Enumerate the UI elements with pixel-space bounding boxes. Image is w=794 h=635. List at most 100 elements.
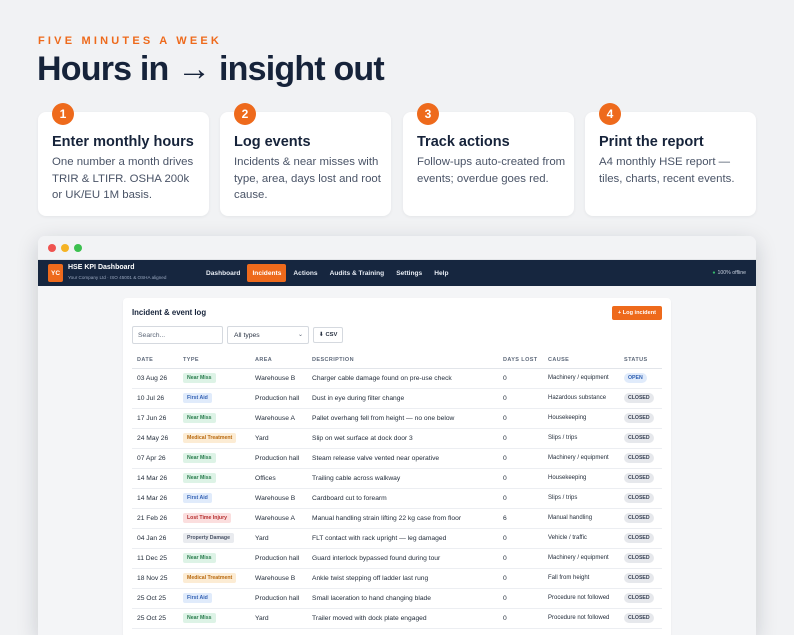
nav-settings[interactable]: Settings (391, 264, 427, 282)
csv-export-button[interactable]: ⬇ CSV (313, 327, 344, 343)
status-badge: CLOSED (624, 453, 654, 463)
cell-date: 03 Aug 26 (132, 368, 178, 389)
step-body: A4 monthly HSE report — tiles, charts, r… (599, 156, 735, 185)
type-badge: Near Miss (183, 613, 216, 623)
table-row[interactable]: 25 Oct 25 Near Miss Yard Trailer moved with… (132, 608, 662, 629)
nav-dashboard[interactable]: Dashboard (201, 264, 245, 282)
panel-title: Incident & event log (132, 308, 207, 317)
cell-description: Charger cable damage found on pre-use ch… (307, 368, 498, 389)
cell-days-lost: 0 (498, 448, 543, 469)
step-body: One number a month drives TRIR & LTIFR. … (52, 156, 194, 201)
type-badge: Property Damage (183, 533, 234, 543)
nav-help[interactable]: Help (429, 264, 453, 282)
table-row[interactable]: 25 Oct 25 First Aid Production hall Small l… (132, 588, 662, 609)
table-row[interactable]: 17 Jun 26 Near Miss Warehouse A Pallet over… (132, 408, 662, 429)
type-filter-select[interactable]: All types ⌄ (227, 326, 309, 344)
cell-type: Near Miss (178, 468, 250, 489)
cell-status: CLOSED (619, 608, 662, 629)
cell-days-lost: 0 (498, 608, 543, 629)
nav-audits-training[interactable]: Audits & Training (325, 264, 390, 282)
type-badge: Near Miss (183, 553, 216, 563)
column-header[interactable]: DAYS LOST (498, 352, 543, 369)
cell-area: Production hall (250, 548, 307, 569)
eyebrow: FIVE MINUTES A WEEK (38, 35, 223, 47)
table-row[interactable]: 03 Aug 26 Near Miss Warehouse B Charger cab… (132, 368, 662, 389)
cell-description: Cardboard cut to forearm (307, 488, 498, 509)
cell-description: Guard interlock bypassed found during to… (307, 548, 498, 569)
cell-days-lost: 6 (498, 508, 543, 529)
status-badge: CLOSED (624, 513, 654, 523)
chevron-down-icon: ⌄ (297, 332, 303, 338)
table-row[interactable]: 18 Nov 25 Medical Treatment Warehouse B Ank… (132, 568, 662, 589)
table-row[interactable]: 04 Jan 26 Property Damage Yard FLT contact … (132, 528, 662, 549)
cell-status: OPEN (619, 368, 662, 389)
cell-type: First Aid (178, 488, 250, 509)
step-title: Track actions (417, 134, 510, 150)
status-badge: CLOSED (624, 613, 654, 623)
log-incident-button[interactable]: + Log incident (611, 306, 662, 320)
cell-status: CLOSED (619, 568, 662, 589)
cell-type: Near Miss (178, 608, 250, 629)
cell-description: Slip on wet surface at dock door 3 (307, 428, 498, 449)
table-row[interactable]: 24 May 26 Medical Treatment Yard Slip on we… (132, 428, 662, 449)
type-badge: Lost Time Injury (183, 513, 231, 523)
cell-cause: Housekeeping (543, 468, 619, 489)
app-navbar: YC HSE KPI Dashboard Your Company Ltd · … (38, 260, 756, 286)
cell-date: 25 Oct 25 (132, 608, 178, 629)
cell-type: Lost Time Injury (178, 508, 250, 529)
cell-status: CLOSED (619, 488, 662, 509)
table-row[interactable]: 10 Jul 26 First Aid Production hall Dust in… (132, 388, 662, 409)
status-badge: CLOSED (624, 493, 654, 503)
cell-days-lost: 0 (498, 488, 543, 509)
nav-incidents[interactable]: Incidents (247, 264, 287, 282)
status-dot-icon: ● (712, 270, 716, 276)
type-badge: Medical Treatment (183, 433, 237, 443)
cell-cause: Slips / trips (543, 488, 619, 509)
type-badge: Near Miss (183, 413, 216, 423)
step-title: Log events (234, 134, 311, 150)
column-header[interactable]: TYPE (178, 352, 250, 369)
cell-type: Medical Treatment (178, 428, 250, 449)
search-input[interactable]: Search... (132, 326, 223, 344)
cell-type: Near Miss (178, 368, 250, 389)
cell-status: CLOSED (619, 548, 662, 569)
column-header[interactable]: AREA (250, 352, 307, 369)
status-badge: CLOSED (624, 393, 654, 403)
minimize-window-icon[interactable] (61, 244, 69, 252)
column-header[interactable]: DATE (132, 352, 178, 369)
table-row[interactable]: 14 Mar 26 First Aid Warehouse B Cardboard c… (132, 488, 662, 509)
cell-cause: Housekeeping (543, 408, 619, 429)
type-badge: Near Miss (183, 453, 216, 463)
cell-type: Near Miss (178, 408, 250, 429)
status-badge: CLOSED (624, 573, 654, 583)
cell-cause: Machinery / equipment (543, 448, 619, 469)
column-header[interactable]: STATUS (619, 352, 662, 369)
table-row[interactable]: 14 Mar 26 Near Miss Offices Trailing cable … (132, 468, 662, 489)
table-row[interactable]: 11 Dec 25 Near Miss Production hall Guard i… (132, 548, 662, 569)
cell-area: Warehouse B (250, 488, 307, 509)
column-header[interactable]: DESCRIPTION (307, 352, 498, 369)
step-title: Enter monthly hours (52, 134, 194, 150)
cell-date: 17 Jun 26 (132, 408, 178, 429)
cell-status: CLOSED (619, 468, 662, 489)
status-badge: CLOSED (624, 433, 654, 443)
maximize-window-icon[interactable] (74, 244, 82, 252)
table-row[interactable]: 21 Feb 26 Lost Time Injury Warehouse A Manu… (132, 508, 662, 529)
column-header[interactable]: CAUSE (543, 352, 619, 369)
cell-area: Warehouse B (250, 368, 307, 389)
cell-days-lost: 0 (498, 408, 543, 429)
cell-status: CLOSED (619, 588, 662, 609)
app-title: HSE KPI Dashboard (68, 264, 135, 271)
type-badge: Near Miss (183, 473, 216, 483)
close-window-icon[interactable] (48, 244, 56, 252)
cell-area: Production hall (250, 388, 307, 409)
table-row[interactable]: 07 Apr 26 Near Miss Production hall Steam r… (132, 448, 662, 469)
cell-status: CLOSED (619, 428, 662, 449)
type-badge: Near Miss (183, 373, 216, 383)
cell-type: Near Miss (178, 448, 250, 469)
cell-date: 21 Feb 26 (132, 508, 178, 529)
incident-table: DATE TYPE AREA DESCRIPTION DAYS LOST CAUSE STA… (132, 352, 662, 629)
nav-actions[interactable]: Actions (288, 264, 322, 282)
cell-area: Warehouse A (250, 408, 307, 429)
cell-status: CLOSED (619, 508, 662, 529)
